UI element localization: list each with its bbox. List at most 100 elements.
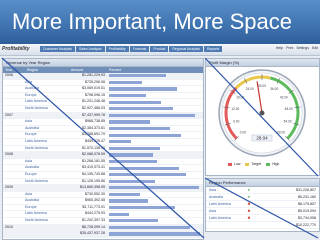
kpi-value: $5,019,094	[298, 209, 316, 213]
help-link[interactable]: Help	[276, 46, 283, 50]
table-row[interactable]: Latin America $459,925.47	[3, 139, 203, 146]
kpi-region[interactable]: Latin America	[206, 201, 243, 207]
table-row[interactable]: $35,437,937.28	[3, 231, 203, 238]
row-region[interactable]: Europe	[25, 172, 69, 178]
gauge-tick-label: 30.00	[258, 84, 266, 88]
tab-regional-analysis[interactable]: Regional Analysis	[169, 46, 204, 52]
row-bar-cell	[108, 211, 203, 217]
table-row[interactable]: North America $1,570,138.96	[3, 146, 203, 153]
row-year	[3, 179, 25, 185]
row-bar-cell	[108, 73, 203, 79]
kpi-region[interactable]: Asia	[206, 187, 243, 193]
gauge-panel: Profit Margin (%) 0.00 6.00 12.00 18.00 24.0…	[205, 58, 320, 176]
percent-bar	[109, 232, 201, 236]
list-item[interactable]: Latin America ✖ $8,175,807	[206, 201, 319, 208]
table-row[interactable]: North America $1,126,195.86	[3, 179, 203, 186]
row-amount: $1,201,246.48	[82, 99, 105, 104]
table-row[interactable]: Asia $1,268,181.55	[3, 159, 203, 166]
row-region[interactable]	[25, 73, 69, 79]
kpi-region[interactable]: Latin America	[206, 215, 243, 221]
percent-bar	[109, 80, 143, 84]
row-region[interactable]: Latin America	[25, 139, 69, 145]
table-row[interactable]: Europe $3,711,773.91	[3, 205, 203, 212]
row-region[interactable]: Latin America	[25, 211, 69, 217]
table-row[interactable]: 2009 $13,665,398.95	[3, 185, 203, 192]
tab-customer-analysis[interactable]: Customer Analysis	[40, 46, 75, 52]
percent-bar	[109, 140, 132, 144]
row-region[interactable]: Asia	[25, 80, 69, 86]
row-region[interactable]: North America	[25, 106, 69, 112]
percent-bar	[109, 146, 160, 150]
row-region[interactable]	[25, 152, 69, 158]
kpi-value: $5,231,160	[298, 195, 316, 199]
row-region[interactable]: Australia	[25, 165, 69, 171]
row-region[interactable]	[25, 185, 69, 191]
row-region[interactable]: Europe	[25, 93, 69, 99]
list-item[interactable]: $10,222,770	[206, 222, 319, 229]
row-region[interactable]: Asia	[25, 119, 69, 125]
kpi-region[interactable]	[206, 222, 243, 228]
kpi-region[interactable]: Australia	[206, 194, 243, 200]
row-region[interactable]: North America	[25, 218, 69, 224]
row-region[interactable]	[25, 225, 69, 231]
row-year	[3, 99, 25, 105]
legend-high: High	[272, 162, 280, 166]
tab-sales-analysis[interactable]: Sales Analysis	[75, 46, 105, 52]
tab-profitability[interactable]: Profitability	[105, 46, 129, 52]
row-bar-cell	[108, 165, 203, 171]
row-region[interactable]: Asia	[25, 159, 69, 165]
tab-reports[interactable]: Reports	[204, 46, 223, 52]
row-region[interactable]: Australia	[25, 126, 69, 132]
table-row[interactable]: Asia $730,552.39	[3, 192, 203, 199]
row-region[interactable]	[25, 113, 69, 119]
row-region[interactable]: Europe	[25, 132, 69, 138]
kpi-value: $10,222,770	[296, 223, 316, 227]
print-link[interactable]: Print	[286, 46, 293, 50]
table-row[interactable]: 2010 $6,728,099.14	[3, 224, 203, 232]
table-row[interactable]: Latin America $444,275.93	[3, 211, 203, 219]
row-region[interactable]: North America	[25, 179, 69, 185]
percent-bar	[109, 153, 154, 157]
row-region[interactable]: North America	[25, 146, 69, 152]
table-row[interactable]: Australia $960,392.08	[3, 198, 203, 205]
list-item[interactable]: Latin America ✖ $3,734,958	[206, 215, 319, 222]
table-row[interactable]: 2008 $2,088,078.59	[3, 152, 203, 159]
table-row[interactable]: Australia $3,069,019.51	[3, 86, 203, 93]
list-item[interactable]: Australia ✔ $5,231,160	[206, 194, 319, 201]
row-region[interactable]: Australia	[25, 86, 69, 92]
table-row[interactable]: Australia $2,384,373.81	[3, 126, 203, 133]
edit-link[interactable]: Edit	[312, 46, 318, 50]
percent-bar	[109, 126, 170, 131]
table-row[interactable]: North America $2,927,466.03	[3, 106, 203, 113]
row-amount: $3,069,019.51	[82, 86, 105, 91]
table-row[interactable]: Latin America $1,201,246.48	[3, 99, 203, 106]
row-bar-cell	[108, 80, 203, 86]
table-row[interactable]: Europe $3,288,691.79	[3, 132, 203, 139]
row-region[interactable]	[25, 231, 69, 237]
settings-link[interactable]: Settings	[296, 46, 309, 50]
table-row[interactable]: Europe $798,096.15	[3, 93, 203, 100]
list-item[interactable]: Asia ✖ $5,019,094	[206, 208, 319, 215]
list-item[interactable]: Asia ✔ $31,226,807	[206, 187, 319, 194]
gauge-tick-label: 0.00	[240, 130, 246, 134]
legend-swatch-low	[228, 162, 232, 166]
row-year	[3, 80, 25, 86]
kpi-region[interactable]: Asia	[206, 208, 243, 214]
table-row[interactable]: North America $1,202,397.33	[3, 218, 203, 225]
table-row[interactable]: Europe $4,155,743.88	[3, 172, 203, 179]
row-region[interactable]: Europe	[25, 205, 69, 211]
row-bar-cell	[108, 172, 203, 178]
row-year	[3, 159, 25, 165]
kpi-value: $3,734,958	[298, 216, 316, 220]
tab-forecast[interactable]: Forecast	[129, 46, 150, 52]
table-row[interactable]: 2007 $7,437,999.78	[3, 112, 203, 120]
row-region[interactable]: Asia	[25, 192, 69, 198]
row-year	[3, 132, 25, 138]
table-row[interactable]: Asia $735,296.08	[3, 80, 203, 87]
row-region[interactable]: Latin America	[25, 99, 69, 105]
table-row[interactable]: Asia $968,738.85	[3, 119, 203, 126]
table-row[interactable]: Australia $3,419,373.41	[3, 165, 203, 172]
tab-product[interactable]: Product	[150, 46, 169, 52]
row-region[interactable]: Australia	[25, 198, 69, 204]
table-row[interactable]: 2006 $1,281,229.93	[3, 73, 203, 80]
